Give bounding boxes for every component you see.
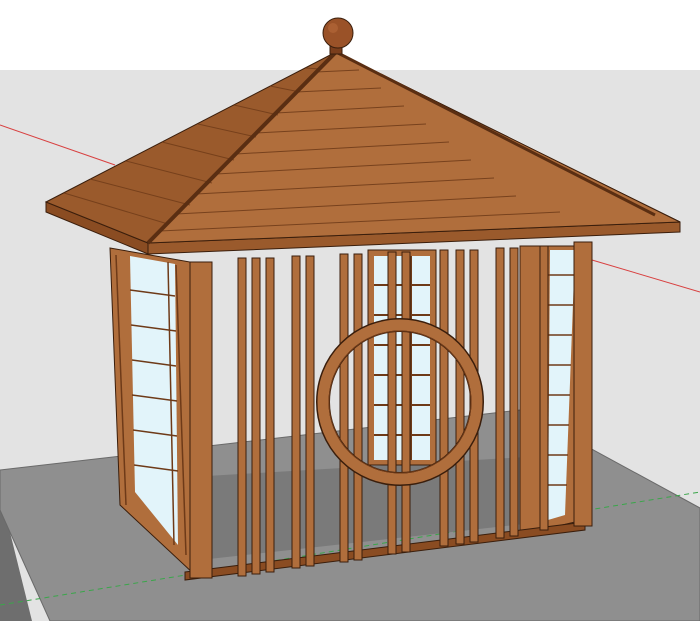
scene-canvas[interactable] <box>0 0 700 621</box>
sketchup-viewport[interactable] <box>0 0 700 621</box>
